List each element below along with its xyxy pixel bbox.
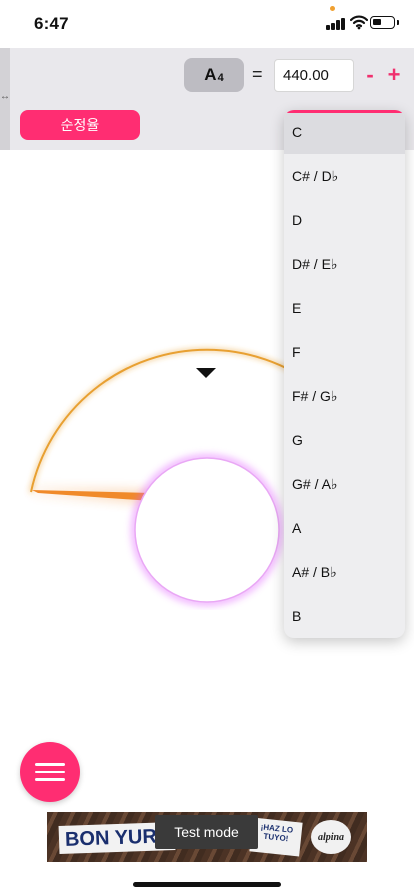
note-option[interactable]: C# / D♭	[284, 154, 405, 198]
note-option[interactable]: C	[284, 110, 405, 154]
reference-note-letter: A	[204, 65, 217, 84]
ad-logo: alpina	[311, 820, 351, 854]
note-option[interactable]: A# / B♭	[284, 550, 405, 594]
note-dropdown-menu: C C# / D♭ D D# / E♭ E F F# / G♭ G G# / A♭ A A# / B…	[284, 110, 405, 638]
note-option[interactable]: G# / A♭	[284, 462, 405, 506]
note-option[interactable]: D	[284, 198, 405, 242]
resize-handle-icon[interactable]: ↔	[0, 92, 10, 102]
increase-frequency-button[interactable]: +	[384, 60, 404, 90]
battery-icon	[370, 16, 399, 29]
equals-sign: =	[252, 64, 263, 84]
hamburger-menu-icon	[35, 763, 65, 781]
note-option[interactable]: F	[284, 330, 405, 374]
tuner-needle	[32, 490, 152, 501]
note-option[interactable]: A	[284, 506, 405, 550]
note-option[interactable]: E	[284, 286, 405, 330]
pitch-pointer-icon	[196, 368, 216, 378]
privacy-indicator-dot	[330, 6, 335, 11]
decrease-frequency-button[interactable]: -	[360, 60, 380, 90]
note-option[interactable]: B	[284, 594, 405, 638]
status-bar: 6:47	[0, 0, 414, 48]
tuner-center-dial	[134, 457, 280, 603]
note-option[interactable]: F# / G♭	[284, 374, 405, 418]
wifi-icon	[349, 14, 369, 30]
home-indicator[interactable]	[133, 882, 281, 887]
cellular-signal-icon	[326, 16, 346, 30]
status-time: 6:47	[34, 14, 69, 33]
test-mode-label: Test mode	[155, 815, 258, 849]
battery-level	[373, 19, 381, 25]
dropdown-accent-bar	[284, 110, 405, 113]
note-option[interactable]: D# / E♭	[284, 242, 405, 286]
reference-frequency-input[interactable]	[274, 59, 354, 92]
reference-note-selector[interactable]: A4	[184, 58, 244, 92]
temperament-button[interactable]: 순정율	[20, 110, 140, 140]
reference-note-octave: 4	[217, 72, 224, 84]
note-option[interactable]: G	[284, 418, 405, 462]
menu-button[interactable]	[20, 742, 80, 802]
